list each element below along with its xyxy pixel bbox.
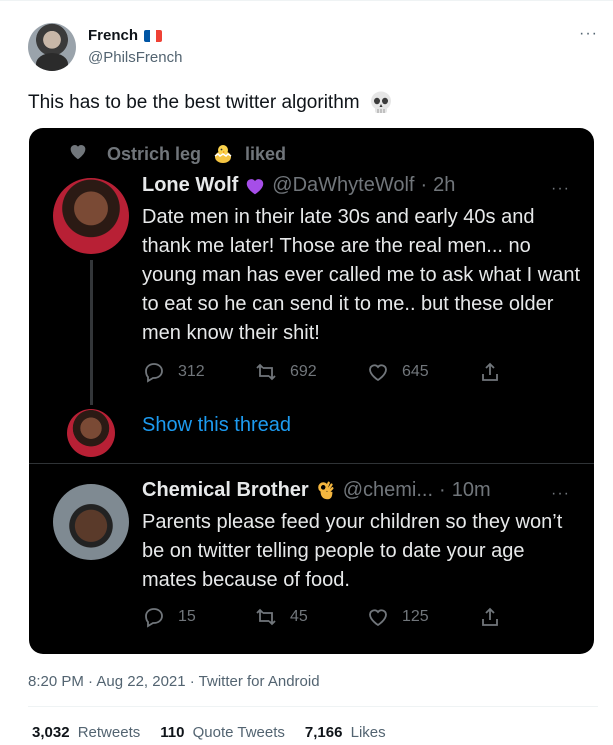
liked-user: Ostrich leg bbox=[107, 143, 202, 164]
chemical-brother-avatar[interactable] bbox=[53, 484, 129, 560]
reply-button[interactable]: 312 bbox=[142, 360, 254, 384]
author-name-row: French bbox=[88, 27, 163, 44]
first-tweet-handle[interactable]: @DaWhyteWolf bbox=[272, 174, 414, 197]
like-button[interactable]: 645 bbox=[366, 360, 478, 384]
liked-action: liked bbox=[245, 143, 287, 164]
second-tweet-actions: 15 45 125 bbox=[142, 605, 590, 629]
author-handle[interactable]: @PhilsFrench bbox=[88, 49, 182, 66]
share-button[interactable] bbox=[478, 360, 590, 384]
reply-icon bbox=[145, 608, 163, 628]
purple-heart-emoji-icon bbox=[247, 178, 264, 194]
lone-wolf-avatar[interactable] bbox=[53, 178, 129, 254]
second-tweet-handle[interactable]: @chemi... bbox=[343, 479, 433, 502]
tweet-header: French @PhilsFrench ··· bbox=[28, 23, 598, 75]
second-tweet-dot: · bbox=[439, 479, 446, 501]
share-icon bbox=[482, 362, 498, 381]
chick-emoji-icon bbox=[214, 145, 232, 163]
retweet-icon bbox=[256, 608, 276, 626]
reply-count: 312 bbox=[178, 363, 205, 380]
tweet-timestamp[interactable]: 8:20 PM · Aug 22, 2021 · Twitter for And… bbox=[28, 673, 320, 690]
second-tweet-time[interactable]: 10m bbox=[452, 479, 491, 502]
divider bbox=[29, 463, 594, 464]
heart-icon bbox=[70, 145, 86, 160]
second-tweet-text: Parents please feed your children so the… bbox=[142, 511, 563, 591]
tweet-stats: 3,032 Retweets 110 Quote Tweets 7,166 Li… bbox=[32, 724, 386, 741]
heart-icon bbox=[369, 364, 387, 382]
reply-icon bbox=[145, 363, 163, 383]
reply-button[interactable]: 15 bbox=[142, 605, 254, 629]
first-tweet-time[interactable]: 2h bbox=[433, 174, 455, 197]
retweets-label: Retweets bbox=[77, 724, 141, 741]
likes-label: Likes bbox=[350, 724, 386, 741]
retweet-count: 692 bbox=[290, 363, 317, 380]
first-tweet-actions: 312 692 645 bbox=[142, 360, 590, 384]
second-tweet-header: Chemical Brother @chemi... · 10m bbox=[142, 479, 491, 502]
show-thread-link[interactable]: Show this thread bbox=[142, 414, 291, 437]
reply-count: 15 bbox=[178, 608, 196, 625]
retweets-stat[interactable]: 3,032 Retweets bbox=[32, 724, 140, 741]
more-icon[interactable]: ··· bbox=[551, 485, 570, 503]
tweet-detail: French @PhilsFrench ··· This has to be t… bbox=[0, 0, 613, 745]
like-count: 645 bbox=[402, 363, 429, 380]
author-avatar[interactable] bbox=[28, 23, 76, 71]
tweet-text: This has to be the best twitter algorith… bbox=[28, 90, 394, 116]
embedded-screenshot[interactable]: Ostrich leg liked Lone Wolf @DaWhyteWolf… bbox=[29, 128, 594, 654]
divider bbox=[28, 706, 598, 707]
skull-emoji-icon bbox=[370, 91, 391, 113]
first-tweet-text: Date men in their late 30s and early 40s… bbox=[142, 206, 581, 344]
likes-count: 7,166 bbox=[304, 724, 343, 741]
share-button[interactable] bbox=[478, 605, 590, 629]
quote-tweets-stat[interactable]: 110 Quote Tweets bbox=[160, 724, 285, 741]
thread-line bbox=[90, 260, 93, 405]
like-button[interactable]: 125 bbox=[366, 605, 478, 629]
first-tweet-header: Lone Wolf @DaWhyteWolf · 2h bbox=[142, 174, 455, 197]
share-icon bbox=[482, 607, 498, 626]
retweet-count: 45 bbox=[290, 608, 308, 625]
first-tweet-dot: · bbox=[420, 174, 428, 196]
retweet-button[interactable]: 45 bbox=[254, 605, 366, 629]
retweets-count: 3,032 bbox=[32, 724, 70, 741]
retweet-icon bbox=[256, 363, 276, 381]
second-tweet-name[interactable]: Chemical Brother bbox=[142, 479, 309, 502]
tweet-text-content: This has to be the best twitter algorith… bbox=[28, 92, 360, 113]
lone-wolf-thread-avatar[interactable] bbox=[67, 409, 115, 457]
retweet-button[interactable]: 692 bbox=[254, 360, 366, 384]
liked-context: Ostrich leg liked bbox=[70, 142, 287, 166]
first-tweet-name[interactable]: Lone Wolf bbox=[142, 174, 238, 197]
likes-stat[interactable]: 7,166 Likes bbox=[305, 724, 386, 741]
flag-france-icon bbox=[144, 29, 163, 42]
quote-tweets-count: 110 bbox=[160, 724, 185, 741]
like-count: 125 bbox=[402, 608, 429, 625]
more-icon[interactable]: ··· bbox=[579, 25, 598, 43]
quote-tweets-label: Quote Tweets bbox=[192, 724, 285, 741]
ok-hand-emoji-icon bbox=[317, 481, 334, 499]
author-name[interactable]: French bbox=[88, 27, 138, 44]
more-icon[interactable]: ··· bbox=[551, 180, 570, 198]
heart-icon bbox=[369, 609, 387, 627]
